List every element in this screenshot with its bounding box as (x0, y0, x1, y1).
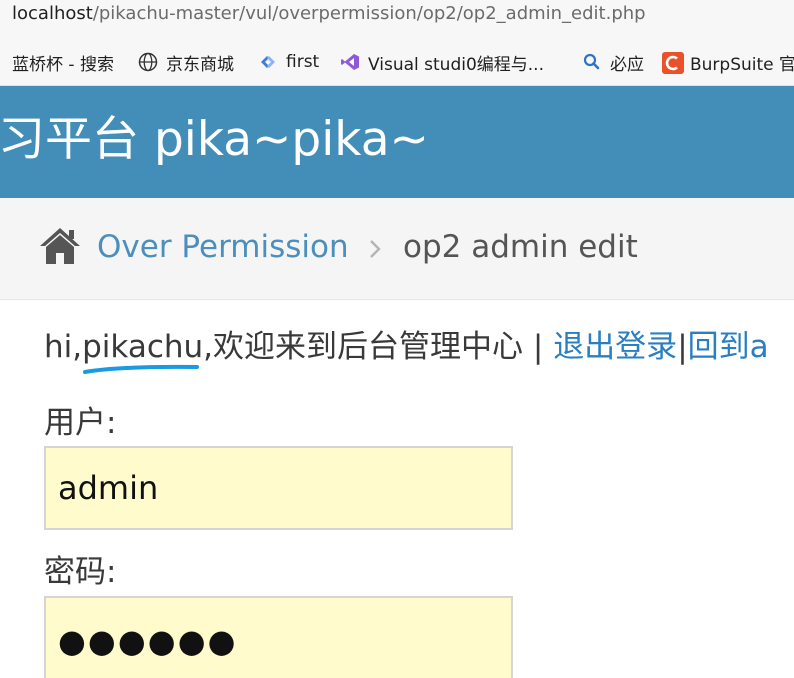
bookmark-label: first (286, 52, 320, 72)
back-link[interactable]: 回到a (688, 329, 769, 365)
site-header: 习平台 pika~pika~ (0, 86, 794, 198)
search-icon (582, 52, 602, 72)
chevron-right-icon (368, 238, 382, 260)
bookmark-jd[interactable]: 京东商城 (138, 50, 234, 75)
bookmark-label: 蓝桥杯 - 搜索 (12, 54, 114, 75)
breadcrumb: Over Permission op2 admin edit (0, 198, 794, 300)
bookmark-label: 必应 (610, 54, 644, 75)
visual-studio-icon (340, 52, 360, 72)
burp-c-icon (662, 52, 684, 74)
bookmark-burpsuite[interactable]: BurpSuite 官 (662, 50, 794, 75)
user-label: 用户: (44, 405, 117, 441)
site-title: 习平台 pika~pika~ (0, 112, 429, 167)
home-icon[interactable] (38, 226, 82, 266)
bookmarks-bar: 蓝桥杯 - 搜索 京东商城 first Visual studi0编程与... … (0, 36, 794, 86)
bookmark-label: Visual studi0编程与... (368, 54, 544, 75)
bookmark-bing[interactable]: 必应 (582, 50, 644, 75)
url-host: localhost (12, 3, 93, 24)
url-text[interactable]: localhost/pikachu-master/vul/overpermiss… (12, 2, 646, 26)
annotation-underline (83, 364, 199, 374)
username-input[interactable]: admin (44, 446, 513, 530)
logout-link[interactable]: 退出登录 (553, 329, 677, 365)
address-bar[interactable]: localhost/pikachu-master/vul/overpermiss… (0, 0, 794, 36)
bookmark-label: 京东商城 (166, 54, 234, 75)
greeting-suffix: ,欢迎来到后台管理中心 (203, 329, 524, 365)
bookmark-label: BurpSuite 官 (690, 54, 794, 75)
breadcrumb-current: op2 admin edit (403, 229, 638, 265)
password-label: 密码: (44, 554, 117, 590)
url-path: /pikachu-master/vul/overpermission/op2/o… (92, 3, 646, 24)
greeting-pipe: | (677, 329, 688, 365)
password-input[interactable]: ●●●●●● (44, 596, 513, 678)
bookmark-visual-studio[interactable]: Visual studi0编程与... (340, 50, 544, 75)
bookmark-first[interactable]: first (258, 50, 319, 74)
breadcrumb-link-over-permission[interactable]: Over Permission (97, 226, 349, 268)
greeting-prefix: hi, (44, 329, 83, 365)
greeting-divider: | (523, 329, 554, 365)
bookmark-lanqiao[interactable]: 蓝桥杯 - 搜索 (12, 50, 114, 75)
diamond-icon (258, 52, 278, 72)
globe-icon (138, 52, 158, 72)
